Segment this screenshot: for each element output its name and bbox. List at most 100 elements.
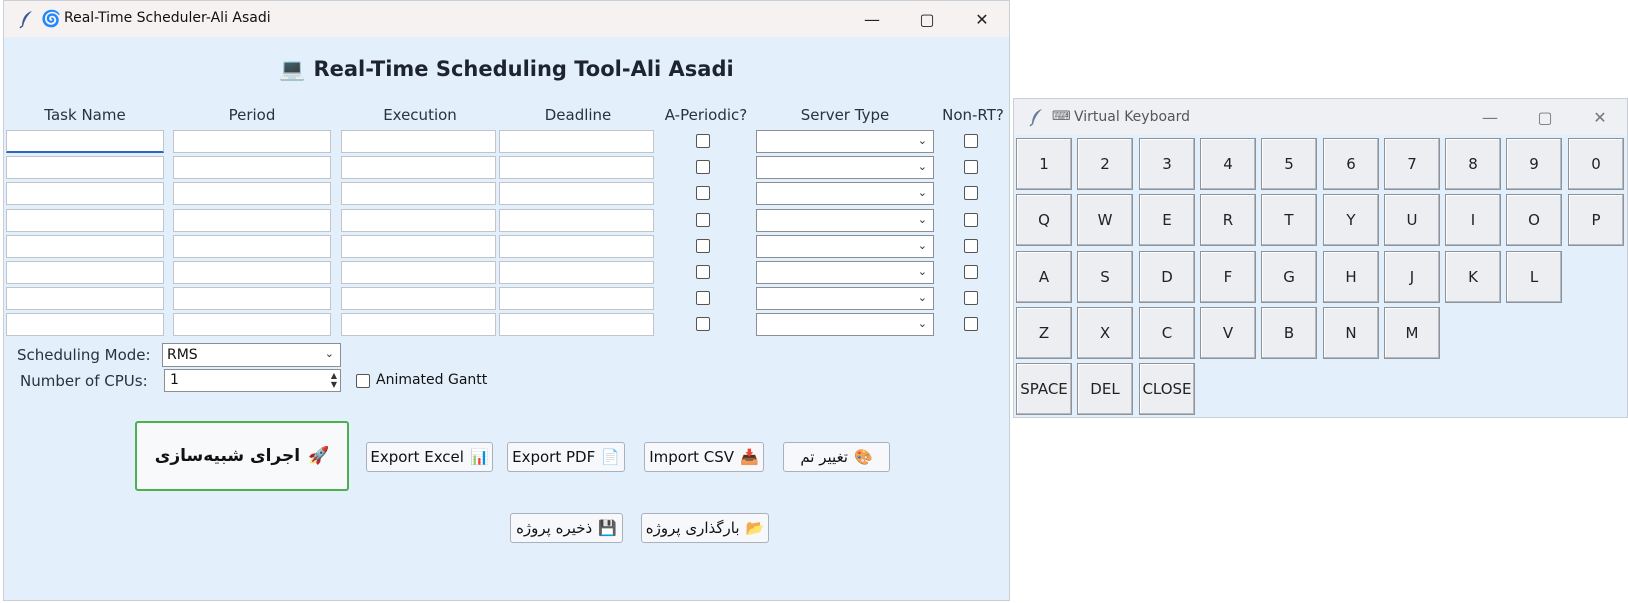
execution-input[interactable] [341,130,496,153]
key-1[interactable]: 1 [1016,138,1072,190]
non-rt-checkbox[interactable] [964,160,978,174]
key-6[interactable]: 6 [1323,138,1379,190]
server-type-select[interactable]: ⌄ [756,130,934,153]
key-e[interactable]: E [1139,194,1195,246]
key-i[interactable]: I [1445,194,1501,246]
task-name-input[interactable] [6,313,164,336]
server-type-select[interactable]: ⌄ [756,156,934,179]
aperiodic-checkbox[interactable] [696,160,710,174]
key-c[interactable]: C [1139,307,1195,359]
close-button[interactable]: ✕ [1578,99,1622,135]
key-g[interactable]: G [1261,251,1317,303]
maximize-button[interactable]: ▢ [1523,99,1567,135]
export-pdf-button[interactable]: Export PDF 📄 [507,442,625,472]
key-space[interactable]: SPACE [1016,363,1072,415]
spinner-arrows-icon[interactable]: ▲ ▼ [331,371,337,389]
load-project-button[interactable]: بارگذاری پروژه 📂 [641,513,769,543]
key-u[interactable]: U [1384,194,1440,246]
aperiodic-checkbox[interactable] [696,186,710,200]
non-rt-checkbox[interactable] [964,186,978,200]
deadline-input[interactable] [499,235,654,258]
deadline-input[interactable] [499,130,654,153]
task-name-input[interactable] [6,156,164,179]
key-d[interactable]: D [1139,251,1195,303]
key-h[interactable]: H [1323,251,1379,303]
aperiodic-checkbox[interactable] [696,239,710,253]
period-input[interactable] [173,313,331,336]
key-x[interactable]: X [1077,307,1133,359]
non-rt-checkbox[interactable] [964,265,978,279]
execution-input[interactable] [341,235,496,258]
non-rt-checkbox[interactable] [964,239,978,253]
key-w[interactable]: W [1077,194,1133,246]
execution-input[interactable] [341,287,496,310]
aperiodic-checkbox[interactable] [696,317,710,331]
key-8[interactable]: 8 [1445,138,1501,190]
server-type-select[interactable]: ⌄ [756,182,934,205]
key-z[interactable]: Z [1016,307,1072,359]
key-y[interactable]: Y [1323,194,1379,246]
minimize-button[interactable]: — [1468,99,1512,135]
aperiodic-checkbox[interactable] [696,134,710,148]
key-k[interactable]: K [1445,251,1501,303]
minimize-button[interactable]: — [850,1,894,37]
task-name-input[interactable] [6,261,164,284]
key-del[interactable]: DEL [1077,363,1133,415]
aperiodic-checkbox[interactable] [696,213,710,227]
key-v[interactable]: V [1200,307,1256,359]
server-type-select[interactable]: ⌄ [756,287,934,310]
task-name-input[interactable] [6,130,164,153]
key-0[interactable]: 0 [1568,138,1624,190]
period-input[interactable] [173,287,331,310]
server-type-select[interactable]: ⌄ [756,261,934,284]
server-type-select[interactable]: ⌄ [756,235,934,258]
non-rt-checkbox[interactable] [964,213,978,227]
deadline-input[interactable] [499,209,654,232]
key-4[interactable]: 4 [1200,138,1256,190]
import-csv-button[interactable]: Import CSV 📥 [644,442,764,472]
key-7[interactable]: 7 [1384,138,1440,190]
server-type-select[interactable]: ⌄ [756,313,934,336]
deadline-input[interactable] [499,156,654,179]
execution-input[interactable] [341,209,496,232]
task-name-input[interactable] [6,209,164,232]
period-input[interactable] [173,182,331,205]
key-l[interactable]: L [1506,251,1562,303]
close-button[interactable]: ✕ [960,1,1004,37]
key-j[interactable]: J [1384,251,1440,303]
cpus-spinbox[interactable]: 1 ▲ ▼ [164,369,341,392]
period-input[interactable] [173,130,331,153]
key-r[interactable]: R [1200,194,1256,246]
key-3[interactable]: 3 [1139,138,1195,190]
deadline-input[interactable] [499,287,654,310]
execution-input[interactable] [341,182,496,205]
server-type-select[interactable]: ⌄ [756,209,934,232]
task-name-input[interactable] [6,235,164,258]
key-a[interactable]: A [1016,251,1072,303]
save-project-button[interactable]: ذخیره پروژه 💾 [510,513,623,543]
export-excel-button[interactable]: Export Excel 📊 [366,442,493,472]
animated-gantt-checkbox[interactable] [356,374,370,388]
key-9[interactable]: 9 [1506,138,1562,190]
period-input[interactable] [173,261,331,284]
non-rt-checkbox[interactable] [964,291,978,305]
key-q[interactable]: Q [1016,194,1072,246]
deadline-input[interactable] [499,182,654,205]
execution-input[interactable] [341,156,496,179]
maximize-button[interactable]: ▢ [905,1,949,37]
non-rt-checkbox[interactable] [964,317,978,331]
aperiodic-checkbox[interactable] [696,291,710,305]
non-rt-checkbox[interactable] [964,134,978,148]
deadline-input[interactable] [499,313,654,336]
execution-input[interactable] [341,261,496,284]
period-input[interactable] [173,209,331,232]
execution-input[interactable] [341,313,496,336]
key-close[interactable]: CLOSE [1139,363,1195,415]
key-f[interactable]: F [1200,251,1256,303]
task-name-input[interactable] [6,287,164,310]
main-titlebar[interactable]: 🌀 Real-Time Scheduler-Ali Asadi — ▢ ✕ [4,1,1009,37]
key-o[interactable]: O [1506,194,1562,246]
keyboard-titlebar[interactable]: ⌨ Virtual Keyboard — ▢ ✕ [1014,99,1627,135]
key-b[interactable]: B [1261,307,1317,359]
deadline-input[interactable] [499,261,654,284]
